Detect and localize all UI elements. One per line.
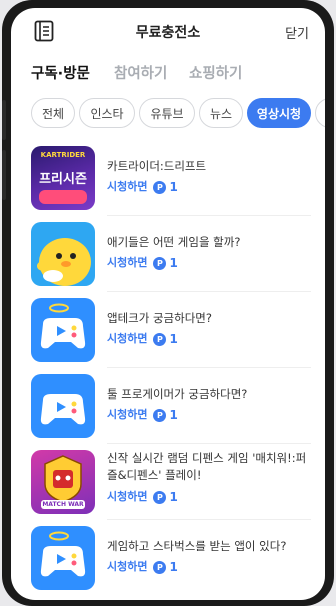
chip-news[interactable]: 뉴스 — [199, 98, 243, 128]
chip-other[interactable]: 기 — [315, 98, 325, 128]
gamepad-halo-icon — [31, 526, 95, 590]
gamepad-halo-icon — [31, 298, 95, 362]
list-item[interactable]: KARTRIDER 프리시즌 카트라이더:드리프트 시청하면 P 1 — [11, 140, 325, 216]
reward-info: 시청하면 P 1 — [107, 406, 178, 422]
tab-shopping[interactable]: 쇼핑하기 — [189, 62, 242, 83]
gamepad-icon — [31, 374, 95, 438]
reward-label: 시청하면 — [107, 408, 148, 421]
thumbnail-title-text: MATCH WAR — [42, 501, 84, 508]
tab-subscribe-visit[interactable]: 구독·방문 — [31, 62, 90, 83]
kart-rider-thumbnail: KARTRIDER 프리시즌 — [31, 146, 95, 210]
point-badge-icon: P — [153, 256, 167, 270]
list-item[interactable]: 애기들은 어떤 게임을 할까? 시청하면 P 1 — [11, 216, 325, 292]
category-chips: 전체 인스타 유튜브 뉴스 영상시청 기 — [11, 98, 325, 134]
gamepad-halo-thumbnail — [31, 298, 95, 362]
point-badge-icon: P — [153, 490, 167, 504]
kart-car-shape — [39, 190, 87, 204]
gamepad-thumbnail — [31, 374, 95, 438]
item-title: 게임하고 스타벅스를 받는 앱이 있다? — [107, 539, 287, 553]
reward-info: 시청하면 P 1 — [107, 178, 178, 194]
list-item[interactable]: 게임하고 스타벅스를 받는 앱이 있다? 시청하면 P 1 — [11, 520, 325, 596]
item-title: 앱테크가 궁금하다면? — [107, 311, 212, 325]
point-amount: 1 — [169, 408, 178, 422]
chip-all[interactable]: 전체 — [31, 98, 75, 128]
chip-instagram[interactable]: 인스타 — [79, 98, 135, 128]
chip-video-watch[interactable]: 영상시청 — [247, 98, 311, 128]
point-badge-icon: P — [153, 408, 167, 422]
point-amount: 1 — [169, 490, 178, 504]
reward-label: 시청하면 — [107, 256, 148, 269]
chip-youtube[interactable]: 유튜브 — [139, 98, 195, 128]
list-item[interactable]: MATCH WAR 신작 실시간 램덤 디펜스 게임 '매치워!:퍼즐&디펜스'… — [11, 444, 325, 520]
reward-label: 시청하면 — [107, 560, 148, 573]
list-item[interactable]: 툴 프로게이머가 궁금하다면? 시청하면 P 1 — [11, 368, 325, 444]
reward-label: 시청하면 — [107, 490, 148, 503]
header: 무료충전소 닫기 — [11, 8, 325, 58]
reward-info: 시청하면 P 1 — [107, 488, 178, 504]
tab-participate[interactable]: 참여하기 — [114, 62, 167, 83]
chick-icon — [37, 238, 91, 286]
point-badge-icon: P — [153, 332, 167, 346]
thumbnail-top-text: KARTRIDER — [40, 151, 86, 159]
reward-label: 시청하면 — [107, 180, 148, 193]
reward-info: 시청하면 P 1 — [107, 254, 178, 270]
point-amount: 1 — [169, 560, 178, 574]
match-war-thumbnail: MATCH WAR — [31, 450, 95, 514]
point-amount: 1 — [169, 332, 178, 346]
item-title: 신작 실시간 램덤 디펜스 게임 '매치워!:퍼즐&디펜스' 플레이! — [107, 451, 307, 482]
phone-side-button — [2, 100, 6, 140]
app-screen: 무료충전소 닫기 구독·방문 참여하기 쇼핑하기 전체 인스타 유튜브 뉴스 영… — [11, 8, 325, 600]
tab-bar: 구독·방문 참여하기 쇼핑하기 — [11, 58, 325, 98]
item-title: 툴 프로게이머가 궁금하다면? — [107, 387, 248, 401]
reward-label: 시청하면 — [107, 332, 148, 345]
phone-frame: 무료충전소 닫기 구독·방문 참여하기 쇼핑하기 전체 인스타 유튜브 뉴스 영… — [2, 0, 334, 606]
gamepad-halo-thumbnail — [31, 526, 95, 590]
phone-side-button — [2, 150, 6, 200]
item-title: 카트라이더:드리프트 — [107, 159, 207, 173]
yellow-chick-thumbnail — [31, 222, 95, 286]
list-item[interactable]: 앱테크가 궁금하다면? 시청하면 P 1 — [11, 292, 325, 368]
page-title: 무료충전소 — [135, 25, 201, 41]
item-title: 애기들은 어떤 게임을 할까? — [107, 235, 241, 249]
thumbnail-title-text: 프리시즌 — [39, 172, 87, 187]
close-button[interactable]: 닫기 — [285, 23, 309, 42]
reward-info: 시청하면 P 1 — [107, 558, 178, 574]
point-amount: 1 — [169, 256, 178, 270]
reward-info: 시청하면 P 1 — [107, 330, 178, 346]
point-badge-icon: P — [153, 560, 167, 574]
point-badge-icon: P — [153, 180, 167, 194]
point-amount: 1 — [169, 180, 178, 194]
